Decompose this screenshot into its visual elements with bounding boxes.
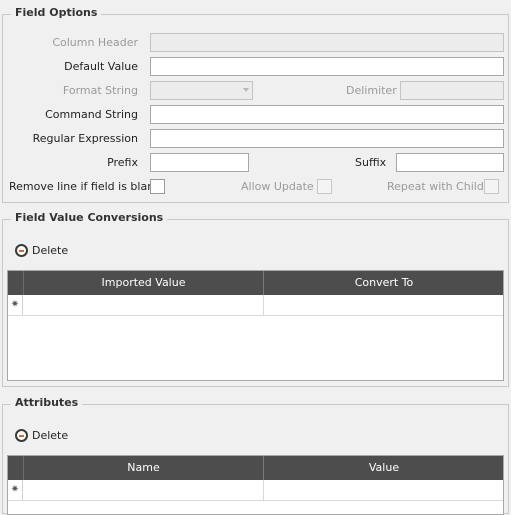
column-header-convert-to[interactable]: Convert To [264, 271, 504, 295]
regular-expression-field[interactable] [150, 129, 504, 148]
suffix-label: Suffix [355, 156, 387, 169]
conversions-grid-header: Imported Value Convert To [8, 271, 503, 295]
field-options-title: Field Options [11, 6, 102, 19]
default-value-field[interactable] [150, 57, 504, 76]
chevron-down-icon [243, 88, 249, 92]
format-string-label: Format String [62, 84, 138, 97]
remove-line-checkbox[interactable] [150, 179, 165, 194]
remove-circle-icon [15, 429, 28, 442]
format-string-combo [150, 81, 253, 100]
repeat-with-child-checkbox [484, 179, 499, 194]
attributes-grid-header: Name Value [8, 456, 503, 480]
attributes-grid[interactable]: Name Value ✷ [7, 455, 504, 515]
new-row-cell-name[interactable] [24, 480, 264, 500]
conversions-delete-button[interactable]: Delete [15, 244, 68, 257]
remove-line-label: Remove line if field is blank [9, 180, 161, 193]
suffix-field[interactable] [396, 153, 504, 172]
remove-circle-icon [15, 244, 28, 257]
conversions-grid[interactable]: Imported Value Convert To ✷ [7, 270, 504, 381]
column-header-label: Column Header [52, 36, 138, 49]
field-value-conversions-title: Field Value Conversions [11, 211, 168, 224]
command-string-label: Command String [45, 108, 138, 121]
allow-update-checkbox [317, 179, 332, 194]
delimiter-field [400, 81, 504, 100]
allow-update-label: Allow Update [241, 180, 314, 193]
attributes-delete-button[interactable]: Delete [15, 429, 68, 442]
column-header-imported-value[interactable]: Imported Value [24, 271, 264, 295]
column-header-value[interactable]: Value [264, 456, 504, 480]
prefix-label: Prefix [107, 156, 138, 169]
repeat-with-child-label: Repeat with Child [387, 180, 484, 193]
attributes-delete-label: Delete [32, 429, 69, 442]
new-row-cell-convert-to[interactable] [264, 295, 504, 315]
regular-expression-label: Regular Expression [32, 132, 138, 145]
row-indicator-header [8, 271, 24, 295]
default-value-label: Default Value [64, 60, 138, 73]
row-indicator-header [8, 456, 24, 480]
conversions-delete-label: Delete [32, 244, 69, 257]
column-header-name[interactable]: Name [24, 456, 264, 480]
new-row-star-icon: ✷ [8, 295, 23, 315]
attributes-title: Attributes [11, 396, 83, 409]
new-row-cell-value[interactable] [264, 480, 504, 500]
new-row-star-icon: ✷ [8, 480, 23, 500]
delimiter-label: Delimiter [346, 84, 397, 97]
prefix-field[interactable] [150, 153, 249, 172]
command-string-field[interactable] [150, 105, 504, 124]
new-row[interactable]: ✷ [8, 295, 503, 316]
new-row[interactable]: ✷ [8, 480, 503, 501]
column-header-field [150, 33, 504, 52]
new-row-cell-imported-value[interactable] [24, 295, 264, 315]
